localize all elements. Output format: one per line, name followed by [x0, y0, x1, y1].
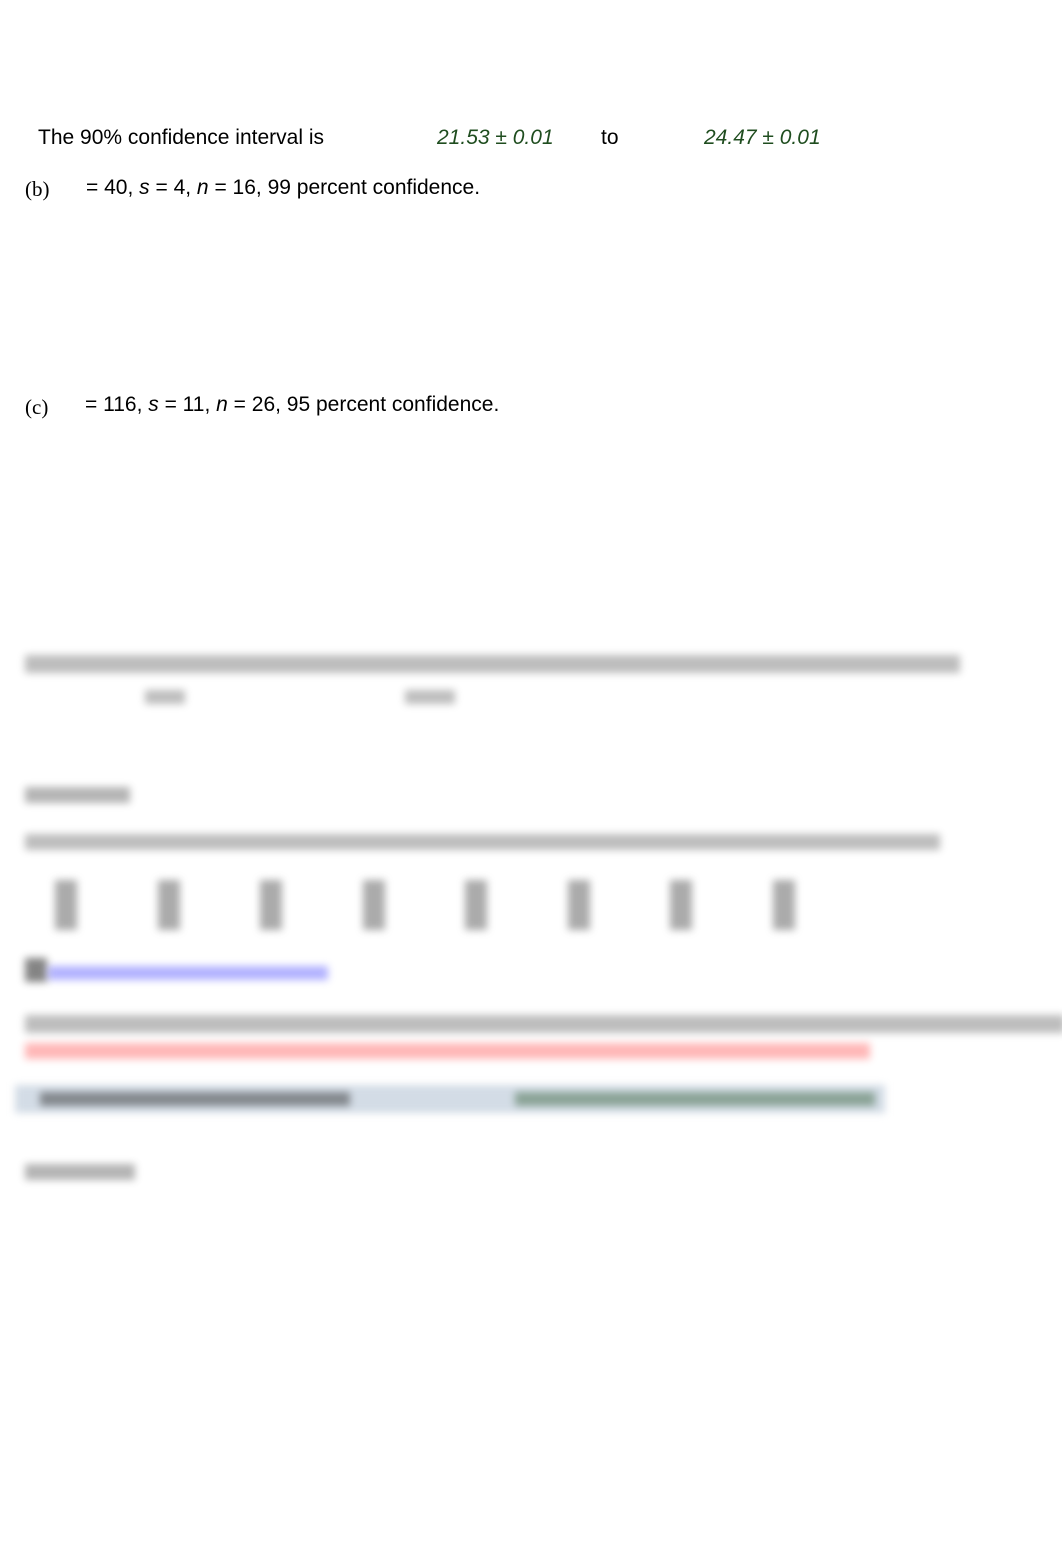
part-c-marker: (c)	[25, 395, 49, 419]
ci-lower-answer: 21.53 ± 0.01	[437, 126, 554, 149]
ci-label: The 90% confidence interval is	[38, 126, 324, 149]
blurred-warning	[25, 1043, 870, 1059]
ci-upper-answer: 24.47 ± 0.01	[704, 126, 821, 149]
blurred-file-icon	[25, 958, 47, 982]
blurred-explanation-heading	[25, 1164, 135, 1180]
blurred-formula-denominator	[405, 690, 455, 704]
blurred-formula-denominator	[145, 690, 185, 704]
part-b-statement: = 40, s = 4, n = 16, 99 percent confiden…	[86, 176, 481, 199]
blurred-instruction	[25, 1015, 1062, 1033]
part-c-statement: = 116, s = 11, n = 26, 95 percent confid…	[85, 393, 500, 416]
blurred-answer-box	[15, 1085, 885, 1113]
blurred-question-heading	[25, 787, 130, 803]
blurred-data-link[interactable]	[48, 966, 328, 980]
part-b-marker: (b)	[25, 177, 50, 201]
ci-to: to	[601, 126, 619, 149]
blurred-data-table	[55, 880, 795, 930]
blurred-question-text	[25, 834, 940, 850]
blurred-formula	[25, 655, 960, 673]
